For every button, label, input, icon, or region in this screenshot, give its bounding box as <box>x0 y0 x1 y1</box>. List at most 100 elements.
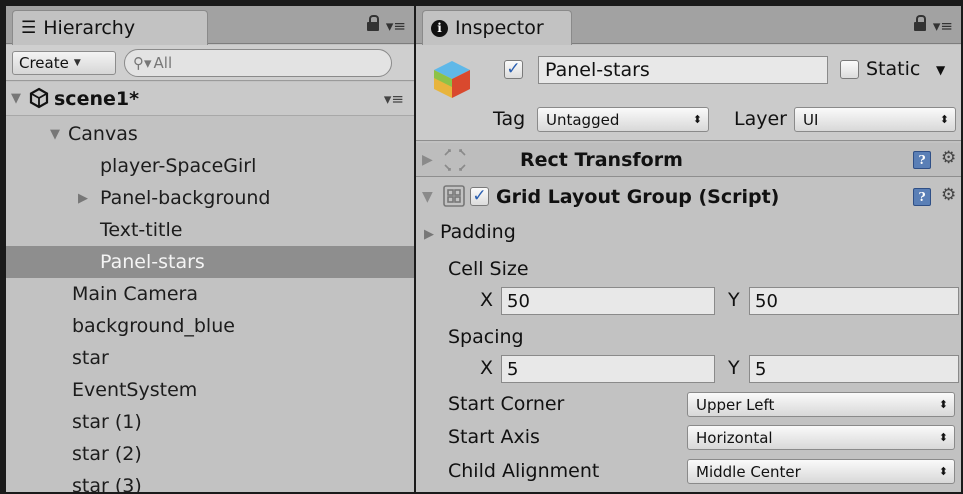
static-checkbox[interactable] <box>840 60 859 79</box>
spacing-x-value: 5 <box>507 358 519 380</box>
search-icon: ⚲▾ <box>133 54 152 72</box>
fold-arrow-icon[interactable]: ▶ <box>424 227 434 242</box>
start-corner-dropdown[interactable]: Upper Left ⬍ <box>687 392 955 417</box>
hierarchy-panel: ☰ Hierarchy ▾≡ Create ▼ ⚲▾ All ▼ scene1*… <box>6 6 414 492</box>
tab-hierarchy-label: Hierarchy <box>43 17 136 39</box>
tab-hierarchy[interactable]: ☰ Hierarchy <box>12 10 208 45</box>
hierarchy-item-background-blue[interactable]: background_blue <box>6 310 414 342</box>
search-placeholder: All <box>153 54 173 72</box>
cell-size-x-input[interactable]: 50 <box>501 287 715 315</box>
fold-arrow-icon[interactable]: ▼ <box>50 127 60 142</box>
scene-name: scene1* <box>54 87 140 110</box>
lock-icon[interactable] <box>913 15 926 32</box>
hierarchy-item-label: star (2) <box>72 443 142 465</box>
hierarchy-item-panel-stars[interactable]: Panel-stars <box>6 246 414 278</box>
create-button-label: Create <box>19 54 69 72</box>
object-name-value: Panel-stars <box>545 59 650 81</box>
grid-layout-enabled-checkbox[interactable] <box>470 187 489 206</box>
hierarchy-item-label: star (1) <box>72 411 142 433</box>
unity-scene-icon <box>28 87 50 114</box>
create-button[interactable]: Create ▼ <box>12 51 116 75</box>
hierarchy-item-label: Panel-background <box>100 187 271 209</box>
dropdown-arrow-icon: ⬍ <box>938 431 948 444</box>
padding-label[interactable]: Padding <box>440 221 516 243</box>
spacing-y-label: Y <box>728 357 740 379</box>
gameobject-cube-icon <box>430 57 474 106</box>
dropdown-arrow-icon: ⬍ <box>692 113 702 126</box>
hierarchy-item-star-2[interactable]: star (2) <box>6 438 414 470</box>
hierarchy-item-star-3[interactable]: star (3) <box>6 470 414 492</box>
spacing-x-label: X <box>480 357 494 379</box>
spacing-y-input[interactable]: 5 <box>749 355 959 383</box>
dropdown-arrow-icon: ⬍ <box>938 465 948 478</box>
grid-layout-icon <box>442 184 466 213</box>
hierarchy-item-label: background_blue <box>72 315 235 337</box>
help-icon[interactable]: ? <box>913 188 931 206</box>
hierarchy-toolbar: Create ▼ ⚲▾ All <box>6 45 414 81</box>
rect-transform-header[interactable]: ▶ Rect Transform ? ⚙ <box>416 143 961 177</box>
rect-transform-icon <box>442 147 468 178</box>
fold-arrow-icon[interactable]: ▶ <box>78 191 88 206</box>
start-axis-value: Horizontal <box>696 428 773 447</box>
hierarchy-item-main-camera[interactable]: Main Camera <box>6 278 414 310</box>
fold-arrow-icon[interactable]: ▼ <box>11 91 21 106</box>
info-icon: i <box>431 19 448 37</box>
hierarchy-item-player-spacegirl[interactable]: player-SpaceGirl <box>6 150 414 182</box>
hierarchy-item-panel-background[interactable]: ▶ Panel-background <box>6 182 414 214</box>
layer-label: Layer <box>734 108 787 130</box>
panel-menu-icon[interactable]: ▾≡ <box>933 17 953 35</box>
start-axis-label: Start Axis <box>448 426 540 448</box>
cell-size-x-value: 50 <box>507 290 530 312</box>
tag-value: Untagged <box>546 110 620 129</box>
lock-icon[interactable] <box>366 15 379 32</box>
start-axis-dropdown[interactable]: Horizontal ⬍ <box>687 425 955 450</box>
cell-size-y-label: Y <box>728 289 740 311</box>
hierarchy-search-input[interactable]: ⚲▾ All <box>124 49 392 77</box>
hierarchy-item-star-1[interactable]: star (1) <box>6 406 414 438</box>
spacing-x-input[interactable]: 5 <box>501 355 715 383</box>
static-dropdown-icon[interactable]: ▼ <box>936 63 945 77</box>
hierarchy-item-label: EventSystem <box>72 379 198 401</box>
child-alignment-dropdown[interactable]: Middle Center ⬍ <box>687 459 955 484</box>
grid-layout-header[interactable]: ▼ Grid Layout Group (Script) ? ⚙ <box>416 180 961 214</box>
rect-transform-title: Rect Transform <box>520 148 683 171</box>
inspector-object-header: Panel-stars Static ▼ Tag Untagged ⬍ Laye… <box>416 45 961 141</box>
layer-value: UI <box>803 110 819 129</box>
spacing-y-value: 5 <box>755 358 767 380</box>
object-name-field[interactable]: Panel-stars <box>538 56 828 84</box>
hierarchy-tabbar: ☰ Hierarchy ▾≡ <box>6 6 414 45</box>
grid-layout-title: Grid Layout Group (Script) <box>496 186 780 208</box>
hierarchy-item-star[interactable]: star <box>6 342 414 374</box>
hierarchy-item-label: star <box>72 347 109 369</box>
hierarchy-item-label: player-SpaceGirl <box>100 155 257 177</box>
hierarchy-item-label: Main Camera <box>72 283 198 305</box>
gear-icon[interactable]: ⚙ <box>941 185 956 205</box>
hierarchy-item-label: Panel-stars <box>100 251 205 273</box>
tab-inspector-label: Inspector <box>455 17 544 39</box>
fold-arrow-icon[interactable]: ▼ <box>422 189 433 205</box>
gear-icon[interactable]: ⚙ <box>941 148 956 168</box>
hierarchy-item-label: Text-title <box>100 219 183 241</box>
dropdown-arrow-icon: ▼ <box>73 58 81 68</box>
static-label: Static <box>866 58 921 80</box>
panel-menu-icon[interactable]: ▾≡ <box>386 17 406 35</box>
hierarchy-item-text-title[interactable]: Text-title <box>6 214 414 246</box>
cell-size-x-label: X <box>480 289 494 311</box>
layer-dropdown[interactable]: UI ⬍ <box>794 107 956 132</box>
help-icon[interactable]: ? <box>913 151 931 169</box>
child-alignment-label: Child Alignment <box>448 460 600 482</box>
cell-size-label: Cell Size <box>448 258 529 280</box>
hierarchy-item-canvas[interactable]: ▼ Canvas <box>6 118 414 150</box>
active-checkbox[interactable] <box>504 60 523 79</box>
hierarchy-item-eventsystem[interactable]: EventSystem <box>6 374 414 406</box>
scene-menu-icon[interactable]: ▾≡ <box>384 90 404 108</box>
tab-inspector[interactable]: i Inspector <box>422 10 572 45</box>
cell-size-y-input[interactable]: 50 <box>749 287 959 315</box>
tag-label: Tag <box>493 108 526 130</box>
spacing-label: Spacing <box>448 326 524 348</box>
inspector-tabbar: i Inspector ▾≡ <box>416 6 961 45</box>
scene-row[interactable]: ▼ scene1* ▾≡ <box>6 82 414 116</box>
fold-arrow-icon[interactable]: ▶ <box>422 152 433 168</box>
start-corner-value: Upper Left <box>696 395 775 414</box>
tag-dropdown[interactable]: Untagged ⬍ <box>537 107 709 132</box>
